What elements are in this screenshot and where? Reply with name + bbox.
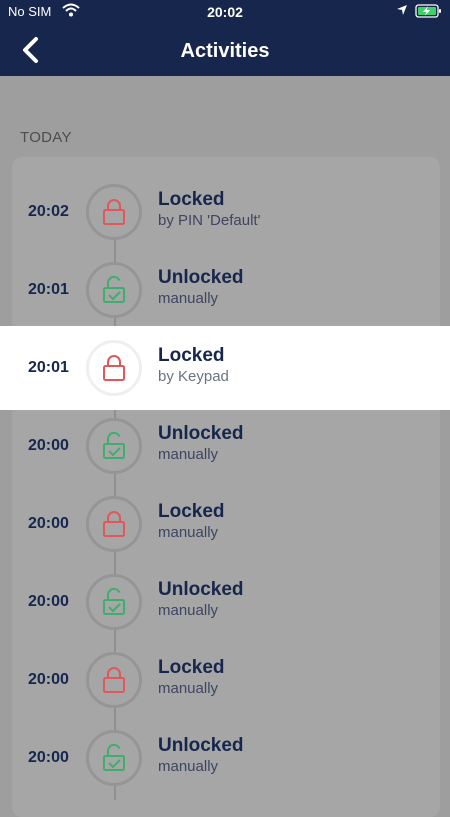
activity-row[interactable]: 20:00 Locked manually [0,641,450,719]
activity-detail: manually [158,446,219,463]
activity-time: 20:00 [28,437,69,454]
activity-time: 20:00 [28,515,69,532]
activity-label: Unlocked [158,579,244,600]
section-header-today: TODAY [20,129,72,146]
activity-time: 20:00 [28,671,69,688]
battery-charging-icon [415,4,443,21]
status-icon-circle [86,418,142,474]
activity-detail: by Keypad [158,368,229,385]
activity-detail: manually [158,758,219,775]
activity-label: Unlocked [158,735,244,756]
status-icon-circle [86,652,142,708]
page-title: Activities [180,40,270,62]
padlock-locked-icon [99,509,129,539]
activity-time: 20:01 [28,281,69,298]
activity-time: 20:00 [28,593,69,610]
padlock-unlocked-icon [99,587,129,617]
status-icon-circle [86,262,142,318]
location-arrow-icon [396,4,408,19]
activity-label: Unlocked [158,267,244,288]
activity-row[interactable]: 20:00 Unlocked manually [0,563,450,641]
padlock-unlocked-icon [99,275,129,305]
activity-time: 20:00 [28,749,69,766]
activity-detail: manually [158,680,219,697]
status-time: 20:02 [207,4,243,20]
status-icon-circle [86,340,142,396]
activity-row[interactable]: 20:00 Unlocked manually [0,719,450,797]
padlock-unlocked-icon [99,743,129,773]
padlock-unlocked-icon [99,431,129,461]
activity-detail: manually [158,524,219,541]
activity-row[interactable]: 20:02 Locked by PIN 'Default' [0,173,450,251]
nav-header: No SIM 20:02 Activities [0,0,450,76]
activity-time: 20:01 [28,359,69,376]
activity-label: Locked [158,345,225,366]
activity-detail: manually [158,602,219,619]
activity-label: Unlocked [158,423,244,444]
padlock-locked-icon [99,353,129,383]
activity-row[interactable]: 20:01 Locked by Keypad [0,326,450,410]
activity-detail: manually [158,290,219,307]
activity-label: Locked [158,501,225,522]
activity-label: Locked [158,189,225,210]
status-icon-circle [86,184,142,240]
activity-label: Locked [158,657,225,678]
activity-row[interactable]: 20:00 Locked manually [0,485,450,563]
activity-time: 20:02 [28,203,69,220]
status-icon-circle [86,496,142,552]
status-icon-circle [86,574,142,630]
padlock-locked-icon [99,665,129,695]
status-icon-circle [86,730,142,786]
activity-detail: by PIN 'Default' [158,212,261,229]
padlock-locked-icon [99,197,129,227]
activity-row[interactable]: 20:00 Unlocked manually [0,407,450,485]
status-bar: No SIM 20:02 [0,0,450,24]
activity-row[interactable]: 20:01 Unlocked manually [0,251,450,329]
